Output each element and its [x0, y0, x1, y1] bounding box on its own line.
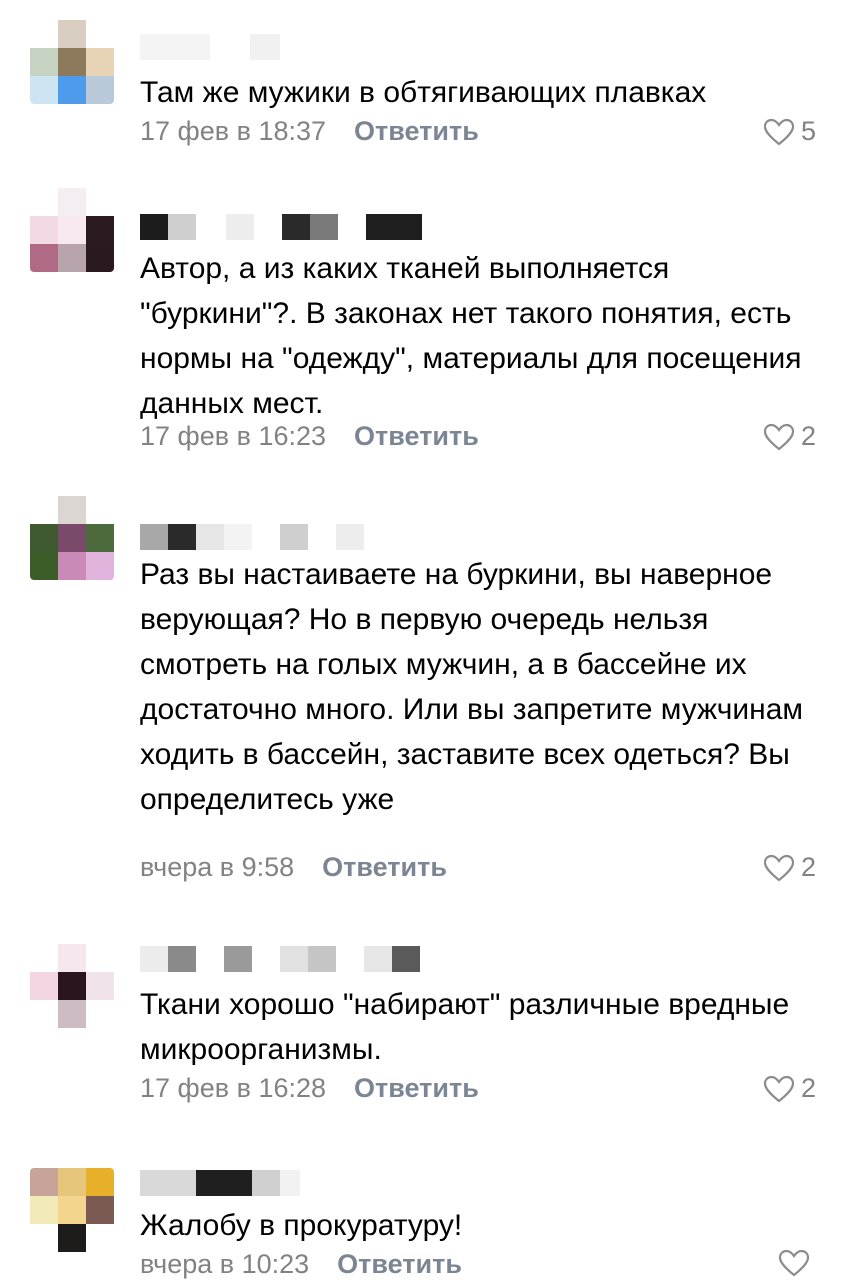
comment-meta: 17 фев в 16:23 Ответить	[140, 421, 479, 452]
avatar-pixel	[58, 496, 86, 524]
avatar-pixel	[30, 972, 58, 1000]
avatar[interactable]	[30, 188, 114, 272]
avatar-pixel	[30, 188, 58, 216]
avatar-pixel	[86, 496, 114, 524]
author-name-pixelated[interactable]	[140, 946, 420, 972]
avatar-pixel	[86, 188, 114, 216]
comment-text: Раз вы настаиваете на буркини, вы наверн…	[140, 558, 804, 816]
like-count: 2	[800, 852, 816, 882]
like-count: 2	[800, 421, 816, 451]
avatar-pixel	[58, 188, 86, 216]
avatar-pixel	[30, 1168, 58, 1196]
avatar-pixel	[86, 972, 114, 1000]
comment-text: Там же мужики в обтягивающих плавках	[140, 76, 707, 109]
avatar-pixel	[86, 76, 114, 104]
avatar-pixel	[86, 1224, 114, 1252]
like-button[interactable]: 5	[763, 116, 816, 147]
avatar-pixel	[30, 1196, 58, 1224]
reply-button[interactable]: Ответить	[354, 1073, 479, 1104]
comment-date: вчера в 10:23	[140, 1249, 310, 1279]
avatar-pixel	[30, 1000, 58, 1028]
comment-date: 17 фев в 16:28	[140, 1073, 327, 1103]
like-button[interactable]: 2	[763, 421, 816, 452]
avatar-pixel	[58, 1196, 86, 1224]
heart-icon	[763, 423, 795, 450]
avatar-pixel	[58, 244, 86, 272]
avatar-pixel	[58, 944, 86, 972]
avatar-pixel	[58, 552, 86, 580]
heart-icon	[763, 1075, 795, 1102]
avatar-pixel	[86, 216, 114, 244]
avatar-pixel	[86, 1196, 114, 1224]
comment-date: 17 фев в 16:23	[140, 421, 327, 451]
avatar-pixel	[30, 496, 58, 524]
avatar[interactable]	[30, 944, 114, 1028]
reply-button[interactable]: Ответить	[337, 1249, 462, 1280]
avatar[interactable]	[30, 1168, 114, 1252]
avatar-pixel	[86, 48, 114, 76]
reply-button[interactable]: Ответить	[354, 421, 479, 452]
author-name-pixelated[interactable]	[140, 1170, 300, 1196]
avatar-pixel	[86, 20, 114, 48]
avatar-pixel	[58, 20, 86, 48]
avatar-pixel	[58, 76, 86, 104]
comment-date: 17 фев в 18:37	[140, 116, 327, 146]
heart-icon	[778, 1249, 810, 1277]
reply-button[interactable]: Ответить	[354, 116, 479, 147]
avatar-pixel	[58, 48, 86, 76]
avatar-pixel	[30, 552, 58, 580]
avatar-pixel	[58, 1168, 86, 1196]
comment-text: Автор, а из каких тканей выполняется "бу…	[140, 252, 802, 420]
avatar[interactable]	[30, 496, 114, 580]
comment-meta: 17 фев в 18:37 Ответить	[140, 116, 479, 147]
author-name-pixelated[interactable]	[140, 524, 364, 550]
avatar-pixel	[30, 944, 58, 972]
avatar-pixel	[86, 1168, 114, 1196]
avatar-pixel	[30, 1224, 58, 1252]
avatar-pixel	[30, 20, 58, 48]
avatar-pixel	[86, 524, 114, 552]
comment-meta: 17 фев в 16:28 Ответить	[140, 1073, 479, 1104]
avatar-pixel	[86, 244, 114, 272]
avatar-pixel	[58, 524, 86, 552]
reply-button[interactable]: Ответить	[322, 852, 447, 883]
avatar-pixel	[86, 1000, 114, 1028]
avatar-pixel	[58, 216, 86, 244]
heart-icon	[763, 118, 795, 145]
author-name-pixelated[interactable]	[140, 214, 422, 240]
like-count: 2	[800, 1073, 816, 1103]
heart-icon	[763, 854, 795, 881]
avatar-pixel	[58, 1000, 86, 1028]
avatar-pixel	[86, 552, 114, 580]
avatar[interactable]	[30, 20, 114, 104]
avatar-pixel	[30, 216, 58, 244]
like-button[interactable]: 2	[763, 1073, 816, 1104]
avatar-pixel	[30, 524, 58, 552]
like-button[interactable]	[778, 1249, 816, 1277]
avatar-pixel	[30, 48, 58, 76]
author-name-pixelated[interactable]	[140, 34, 280, 60]
comment-text: Ткани хорошо "набирают" различные вредны…	[140, 988, 790, 1066]
like-count: 5	[800, 116, 816, 146]
avatar-pixel	[58, 1224, 86, 1252]
comment-text: Жалобу в прокуратуру!	[140, 1209, 463, 1242]
like-button[interactable]: 2	[763, 852, 816, 883]
avatar-pixel	[86, 944, 114, 972]
avatar-pixel	[58, 972, 86, 1000]
comment-date: вчера в 9:58	[140, 852, 295, 882]
avatar-pixel	[30, 244, 58, 272]
comment-meta: вчера в 10:23 Ответить	[140, 1249, 462, 1280]
comment-meta: вчера в 9:58 Ответить	[140, 852, 447, 883]
avatar-pixel	[30, 76, 58, 104]
